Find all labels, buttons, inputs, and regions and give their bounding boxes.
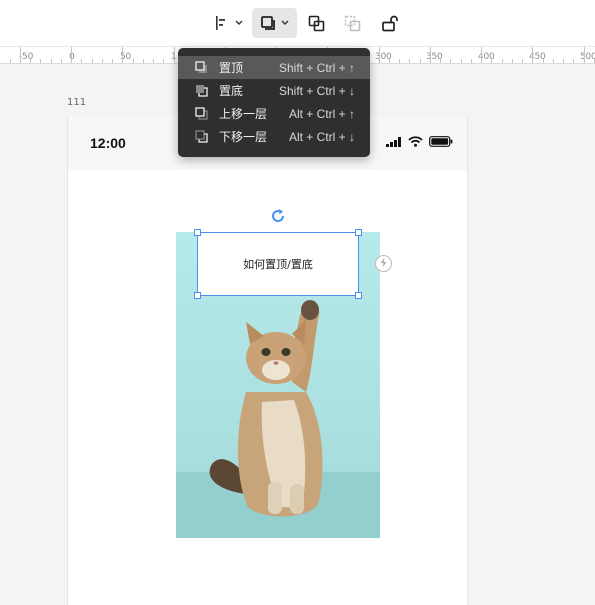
- layer-order-icon: [260, 15, 276, 31]
- menu-item-bring-forward[interactable]: 上移一层 Alt + Ctrl + ↑: [178, 102, 370, 125]
- menu-item-shortcut: Shift + Ctrl + ↑: [278, 60, 355, 75]
- menu-item-label: 上移一层: [219, 107, 268, 121]
- status-icons: [386, 134, 453, 152]
- ruler-tick: [112, 59, 113, 63]
- ruler-tick: [553, 59, 554, 63]
- ruler-tick: [143, 59, 144, 63]
- group-button[interactable]: [302, 8, 330, 38]
- ruler-tick: [81, 59, 82, 63]
- layer-order-menu: 置顶 Shift + Ctrl + ↑ 置底 Shift + Ctrl + ↓ …: [178, 48, 370, 157]
- ruler-tick: [163, 59, 164, 63]
- ruler-tick: [379, 47, 380, 63]
- resize-handle-top-right[interactable]: [355, 229, 362, 236]
- layer-order-button[interactable]: [252, 8, 297, 38]
- menu-item-label: 下移一层: [219, 130, 268, 144]
- selected-text-box[interactable]: 如何置顶/置底: [197, 232, 359, 296]
- top-toolbar: [0, 0, 595, 47]
- align-button[interactable]: [211, 8, 247, 38]
- ruler-tick: [440, 59, 441, 63]
- menu-item-shortcut: Alt + Ctrl + ↑: [288, 106, 355, 121]
- ruler-tick: [102, 59, 103, 63]
- ruler-tick: [471, 59, 472, 63]
- menu-item-shortcut: Alt + Ctrl + ↓: [288, 129, 355, 144]
- menu-item-shortcut: Shift + Ctrl + ↓: [278, 83, 355, 98]
- unlock-icon: [381, 15, 399, 32]
- ruler-tick: [174, 47, 175, 63]
- ruler-tick: [573, 59, 574, 63]
- ruler-tick: [584, 47, 585, 63]
- ruler-tick: [92, 59, 93, 63]
- ruler-tick: [71, 47, 72, 63]
- ruler-tick: [409, 59, 410, 63]
- wifi-icon: [408, 134, 423, 152]
- ungroup-icon: [344, 15, 361, 32]
- ruler-tick: [512, 59, 513, 63]
- lightning-icon: [379, 255, 388, 273]
- chevron-down-icon: [281, 20, 289, 26]
- menu-item-label: 置顶: [219, 61, 244, 75]
- battery-icon: [429, 134, 453, 152]
- bring-to-front-icon: [195, 61, 208, 77]
- ruler-label: 500: [580, 52, 595, 62]
- bring-forward-icon: [195, 107, 208, 123]
- send-backward-icon: [195, 130, 208, 146]
- resize-handle-bottom-right[interactable]: [355, 292, 362, 299]
- interaction-button[interactable]: [375, 255, 392, 272]
- ruler-tick: [532, 47, 533, 63]
- chevron-down-icon: [235, 20, 243, 26]
- ruler-tick: [420, 59, 421, 63]
- ruler-tick: [502, 59, 503, 63]
- ruler-tick: [153, 59, 154, 63]
- ungroup-button[interactable]: [338, 8, 366, 38]
- ruler-tick: [133, 59, 134, 63]
- menu-item-bring-to-front[interactable]: 置顶 Shift + Ctrl + ↑: [178, 56, 370, 79]
- send-to-back-icon: [195, 84, 208, 100]
- ruler-tick: [51, 59, 52, 63]
- ruler-tick: [461, 59, 462, 63]
- ruler-tick: [563, 59, 564, 63]
- ruler-tick: [430, 47, 431, 63]
- ruler-tick: [491, 59, 492, 63]
- menu-item-send-backward[interactable]: 下移一层 Alt + Ctrl + ↓: [178, 125, 370, 148]
- ruler-tick: [389, 59, 390, 63]
- ruler-tick: [543, 59, 544, 63]
- rotate-icon: [270, 209, 286, 228]
- menu-item-label: 置底: [219, 84, 244, 98]
- menu-item-send-to-back[interactable]: 置底 Shift + Ctrl + ↓: [178, 79, 370, 102]
- ruler-tick: [10, 59, 11, 63]
- ruler-tick: [61, 59, 62, 63]
- ruler-tick: [40, 59, 41, 63]
- ruler-tick: [450, 59, 451, 63]
- resize-handle-bottom-left[interactable]: [194, 292, 201, 299]
- signal-icon: [386, 134, 402, 152]
- ruler-tick: [481, 47, 482, 63]
- rotate-handle[interactable]: [270, 208, 286, 229]
- ruler-tick: [522, 59, 523, 63]
- status-time: 12:00: [90, 135, 126, 151]
- group-icon: [308, 15, 325, 32]
- ruler-tick: [399, 59, 400, 63]
- ruler-tick: [30, 59, 31, 63]
- ruler-tick: [122, 47, 123, 63]
- align-left-icon: [215, 15, 229, 31]
- lock-button[interactable]: [376, 8, 404, 38]
- frame-label[interactable]: 111: [67, 97, 86, 108]
- resize-handle-top-left[interactable]: [194, 229, 201, 236]
- ruler-tick: [20, 47, 21, 63]
- text-box-content[interactable]: 如何置顶/置底: [243, 256, 313, 272]
